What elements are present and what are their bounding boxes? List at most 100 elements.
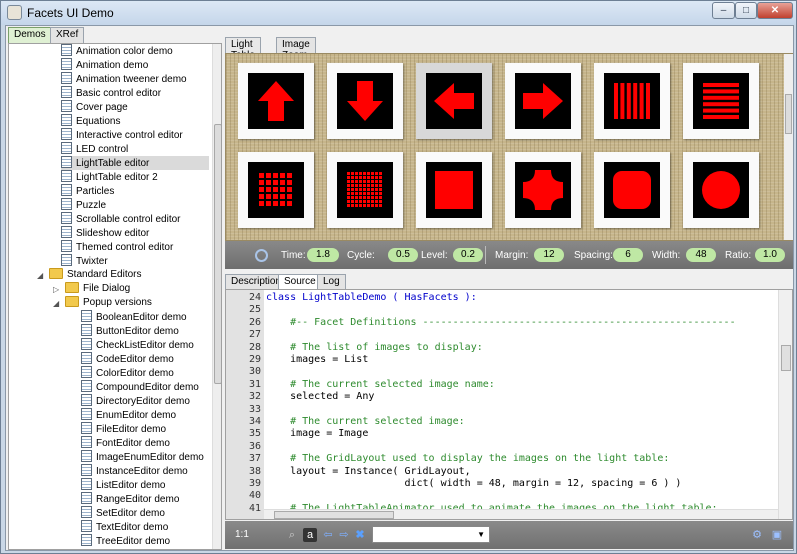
image-tile-arrow-right[interactable] bbox=[505, 63, 581, 139]
save-icon[interactable]: ▣ bbox=[770, 528, 784, 542]
search-icon[interactable]: ⌕ bbox=[285, 528, 299, 542]
image-tile-rounded-square[interactable] bbox=[594, 152, 670, 228]
tree-item-label: File Dialog bbox=[83, 283, 131, 294]
image-tile-arrow-left[interactable] bbox=[416, 63, 492, 139]
image-tile-circle[interactable] bbox=[683, 152, 759, 228]
image-tile-arrow-down[interactable] bbox=[327, 63, 403, 139]
tree-item[interactable]: Standard Editors bbox=[49, 268, 209, 282]
document-icon bbox=[81, 506, 92, 518]
tree-item[interactable]: Interactive control editor bbox=[61, 128, 209, 142]
tree-item[interactable]: LED control bbox=[61, 142, 209, 156]
tree-item[interactable]: ColorEditor demo bbox=[81, 366, 209, 380]
image-tile-square[interactable] bbox=[416, 152, 492, 228]
document-icon bbox=[81, 436, 92, 448]
tree-item[interactable]: Twixter bbox=[61, 254, 209, 268]
tree-item[interactable]: DirectoryEditor demo bbox=[81, 394, 209, 408]
demo-tree[interactable]: Animation color demo Animation demo Animat… bbox=[8, 43, 222, 550]
title-bar[interactable]: Facets UI Demo – □ ✕ bbox=[1, 1, 796, 25]
tree-scrollbar[interactable] bbox=[212, 44, 221, 549]
collapse-icon[interactable]: ◢ bbox=[37, 271, 43, 280]
param-value[interactable]: 1.0 bbox=[755, 248, 785, 262]
source-vertical-scrollbar[interactable] bbox=[778, 290, 792, 519]
tab-log[interactable]: Log bbox=[317, 274, 346, 290]
tree-item[interactable]: File Dialog bbox=[65, 282, 209, 296]
tree-item-label: Standard Editors bbox=[67, 269, 142, 280]
tree-item[interactable]: LightTable editor bbox=[61, 156, 209, 170]
document-icon bbox=[61, 240, 72, 252]
param-label: Spacing: bbox=[574, 250, 613, 261]
minimize-button[interactable]: – bbox=[712, 2, 735, 19]
image-tile-small-grid[interactable] bbox=[238, 152, 314, 228]
scroll-thumb[interactable] bbox=[781, 345, 791, 371]
tree-item[interactable]: Animation tweener demo bbox=[61, 72, 209, 86]
tree-item[interactable]: ListEditor demo bbox=[81, 478, 209, 492]
tree-item[interactable]: Equations bbox=[61, 114, 209, 128]
chevron-down-icon[interactable]: ▼ bbox=[477, 530, 485, 539]
tree-item[interactable]: Scrollable control editor bbox=[61, 212, 209, 226]
scroll-thumb[interactable] bbox=[214, 124, 221, 384]
tree-item[interactable]: Themed control editor bbox=[61, 240, 209, 254]
tree-item[interactable]: Cover page bbox=[61, 100, 209, 114]
tree-item[interactable]: EnumEditor demo bbox=[81, 408, 209, 422]
image-tile-rounded-cross[interactable] bbox=[505, 152, 581, 228]
gear-icon[interactable]: ⚙ bbox=[750, 528, 764, 542]
search-combo[interactable]: ▼ bbox=[372, 526, 490, 543]
tree-item[interactable]: CompoundEditor demo bbox=[81, 380, 209, 394]
arrow-right-icon[interactable]: ⇨ bbox=[337, 528, 351, 542]
tree-item[interactable]: TreeEditor demo bbox=[81, 534, 209, 548]
tab-xref[interactable]: XRef bbox=[50, 27, 85, 43]
maximize-button[interactable]: □ bbox=[735, 2, 757, 19]
param-value[interactable]: 0.2 bbox=[453, 248, 483, 262]
image-tile-horizontal-bars[interactable] bbox=[683, 63, 759, 139]
tree-item[interactable]: ImageEnumEditor demo bbox=[81, 450, 209, 464]
tree-item-label: CompoundEditor demo bbox=[96, 382, 199, 393]
param-value[interactable]: 1.8 bbox=[307, 248, 339, 262]
tab-demos[interactable]: Demos bbox=[8, 27, 52, 43]
settings-icon[interactable] bbox=[255, 249, 268, 262]
tab-light-table[interactable]: Light Table bbox=[225, 37, 261, 61]
tab-source[interactable]: Source bbox=[278, 274, 322, 290]
code-line: image = Image bbox=[266, 428, 369, 440]
tree-item[interactable]: SetEditor demo bbox=[81, 506, 209, 520]
tree-item[interactable]: Slideshow editor bbox=[61, 226, 209, 240]
case-icon[interactable]: a bbox=[303, 528, 317, 542]
document-icon bbox=[81, 366, 92, 378]
tree-item[interactable]: Basic control editor bbox=[61, 86, 209, 100]
collapse-icon[interactable]: ◢ bbox=[53, 299, 59, 308]
param-value[interactable]: 6 bbox=[613, 248, 643, 262]
scroll-thumb[interactable] bbox=[785, 94, 792, 134]
tree-item[interactable]: Puzzle bbox=[61, 198, 209, 212]
client-area: Demos XRef Animation color demo Animation… bbox=[5, 25, 794, 551]
close-button[interactable]: ✕ bbox=[757, 2, 793, 19]
tree-item[interactable]: Animation color demo bbox=[61, 44, 209, 58]
expand-icon[interactable]: ▷ bbox=[53, 285, 59, 294]
param-value[interactable]: 12 bbox=[534, 248, 564, 262]
tree-item[interactable]: LightTable editor 2 bbox=[61, 170, 209, 184]
tree-item[interactable]: TextEditor demo bbox=[81, 520, 209, 534]
param-value[interactable]: 0.5 bbox=[388, 248, 418, 262]
clear-icon[interactable]: ✖ bbox=[353, 528, 367, 542]
tree-item[interactable]: CodeEditor demo bbox=[81, 352, 209, 366]
image-tile-vertical-bars[interactable] bbox=[594, 63, 670, 139]
source-editor[interactable]: 24 25 26 27 28 29 30 31 32 33 34 35 36 37 38 39 40 41 cla… bbox=[225, 289, 793, 520]
tree-item[interactable]: Animation demo bbox=[61, 58, 209, 72]
image-tile-arrow-up[interactable] bbox=[238, 63, 314, 139]
tree-item[interactable]: RangeEditor demo bbox=[81, 492, 209, 506]
arrow-left-icon[interactable]: ⇦ bbox=[321, 528, 335, 542]
image-tile-fine-grid[interactable] bbox=[327, 152, 403, 228]
tree-item[interactable]: CheckListEditor demo bbox=[81, 338, 209, 352]
tree-item[interactable]: ButtonEditor demo bbox=[81, 324, 209, 338]
tree-item[interactable]: BooleanEditor demo bbox=[81, 310, 209, 324]
light-table[interactable] bbox=[225, 53, 793, 241]
tree-item[interactable]: Popup versions bbox=[65, 296, 209, 310]
scroll-thumb[interactable] bbox=[274, 511, 394, 519]
tree-item[interactable]: Particles bbox=[61, 184, 209, 198]
tab-image-zoom[interactable]: Image Zoom bbox=[276, 37, 316, 61]
source-horizontal-scrollbar[interactable] bbox=[264, 509, 778, 519]
tree-item[interactable]: FileEditor demo bbox=[81, 422, 209, 436]
param-value[interactable]: 48 bbox=[686, 248, 716, 262]
tree-item[interactable]: InstanceEditor demo bbox=[81, 464, 209, 478]
document-icon bbox=[81, 450, 92, 462]
light-table-scrollbar[interactable] bbox=[784, 54, 793, 240]
tree-item[interactable]: FontEditor demo bbox=[81, 436, 209, 450]
